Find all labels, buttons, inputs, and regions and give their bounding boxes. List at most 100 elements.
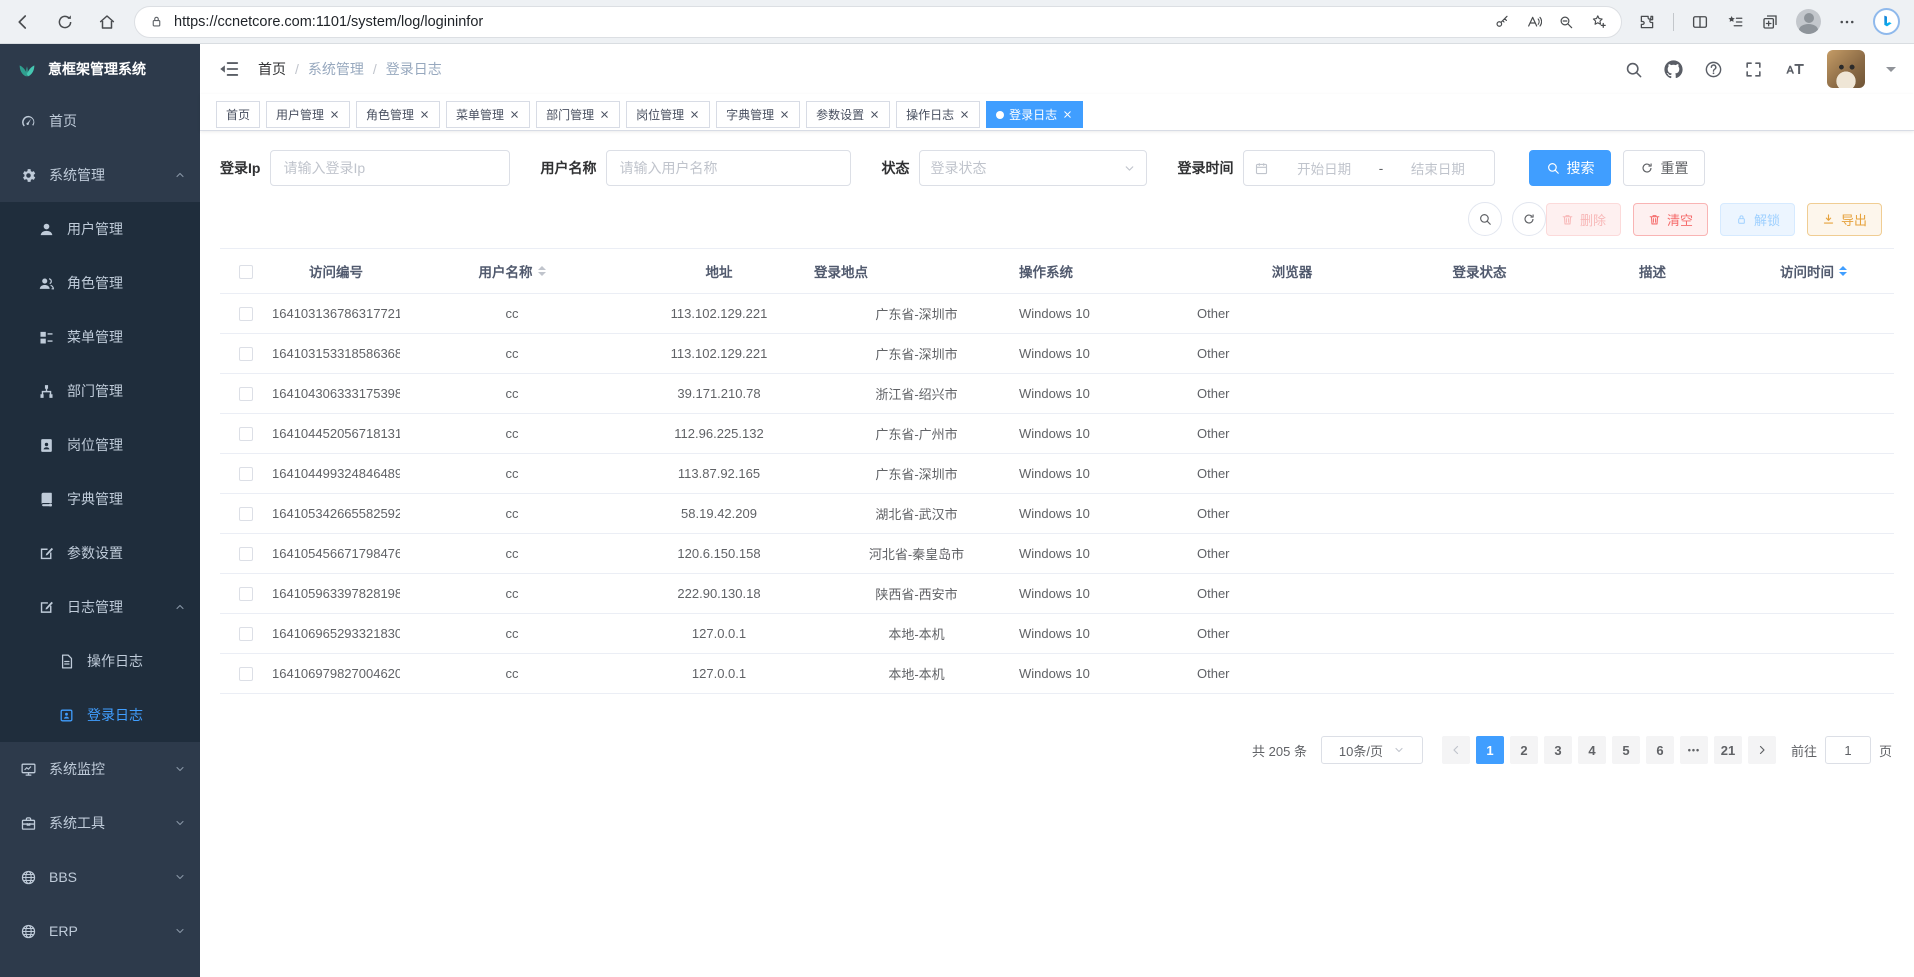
table-row[interactable]: 1641069798270046208 cc 127.0.0.1 本地-本机 W… bbox=[220, 654, 1894, 694]
close-icon[interactable] bbox=[509, 109, 520, 120]
sidebar-item[interactable]: 日志管理 bbox=[0, 580, 200, 634]
sidebar-item[interactable]: 字典管理 bbox=[0, 472, 200, 526]
goto-page-input[interactable] bbox=[1825, 736, 1871, 764]
browser-refresh-icon[interactable] bbox=[56, 13, 74, 31]
toolbar-button[interactable]: 解锁 bbox=[1720, 203, 1795, 236]
url-text[interactable]: https://ccnetcore.com:1101/system/log/lo… bbox=[174, 14, 1484, 30]
column-header[interactable]: 访问时间 bbox=[1733, 249, 1894, 294]
sidebar-item[interactable]: BBS bbox=[0, 850, 200, 904]
close-icon[interactable] bbox=[779, 109, 790, 120]
browser-profile-avatar[interactable] bbox=[1796, 9, 1821, 34]
search-button[interactable]: 搜索 bbox=[1529, 150, 1611, 186]
close-icon[interactable] bbox=[959, 109, 970, 120]
favorites-bar-icon[interactable] bbox=[1726, 13, 1744, 31]
sidebar-item[interactable]: 参数设置 bbox=[0, 526, 200, 580]
table-row[interactable]: 1641044993248464896 cc 113.87.92.165 广东省… bbox=[220, 454, 1894, 494]
row-checkbox[interactable] bbox=[239, 667, 253, 681]
row-checkbox[interactable] bbox=[239, 467, 253, 481]
sidebar-item[interactable]: 岗位管理 bbox=[0, 418, 200, 472]
page-button[interactable]: 4 bbox=[1578, 736, 1606, 764]
page-tab[interactable]: 参数设置 bbox=[806, 101, 890, 128]
username-input[interactable] bbox=[606, 150, 851, 186]
column-header[interactable]: 登录地点 bbox=[814, 249, 1019, 294]
column-header[interactable]: 地址 bbox=[624, 249, 814, 294]
status-select[interactable]: 登录状态 bbox=[919, 150, 1147, 186]
zoom-out-icon[interactable] bbox=[1558, 14, 1574, 30]
page-tab[interactable]: 角色管理 bbox=[356, 101, 440, 128]
site-lock-icon[interactable] bbox=[149, 14, 164, 29]
page-button[interactable]: 2 bbox=[1510, 736, 1538, 764]
sidebar-item[interactable]: 首页 bbox=[0, 94, 200, 148]
page-button[interactable]: 21 bbox=[1714, 736, 1742, 764]
page-size-select[interactable]: 10条/页 bbox=[1321, 736, 1423, 764]
page-button[interactable]: 6 bbox=[1646, 736, 1674, 764]
column-header[interactable]: 浏览器 bbox=[1197, 249, 1387, 294]
read-aloud-icon[interactable] bbox=[1526, 14, 1542, 30]
header-search-icon[interactable] bbox=[1624, 60, 1643, 79]
breadcrumb-item[interactable]: 系统管理 bbox=[286, 59, 364, 79]
page-tab[interactable]: 操作日志 bbox=[896, 101, 980, 128]
row-checkbox[interactable] bbox=[239, 627, 253, 641]
page-tab[interactable]: 字典管理 bbox=[716, 101, 800, 128]
column-header[interactable]: 登录状态 bbox=[1387, 249, 1572, 294]
column-header[interactable]: 操作系统 bbox=[1019, 249, 1197, 294]
sidebar-fold-icon[interactable] bbox=[218, 58, 240, 80]
page-button[interactable]: ••• bbox=[1680, 736, 1708, 764]
breadcrumb-item[interactable]: 登录日志 bbox=[364, 59, 442, 79]
help-icon[interactable] bbox=[1704, 60, 1723, 79]
toolbar-button[interactable]: 清空 bbox=[1633, 203, 1708, 236]
show-search-button[interactable] bbox=[1468, 202, 1502, 236]
row-checkbox[interactable] bbox=[239, 387, 253, 401]
sidebar-item[interactable]: ERP bbox=[0, 904, 200, 958]
table-row[interactable]: 1641069652933218304 cc 127.0.0.1 本地-本机 W… bbox=[220, 614, 1894, 654]
font-size-icon[interactable] bbox=[1784, 58, 1806, 80]
close-icon[interactable] bbox=[419, 109, 430, 120]
sidebar-item[interactable]: 操作日志 bbox=[0, 634, 200, 688]
table-row[interactable]: 1641054566717984768 cc 120.6.150.158 河北省… bbox=[220, 534, 1894, 574]
row-checkbox[interactable] bbox=[239, 427, 253, 441]
user-avatar[interactable] bbox=[1827, 50, 1865, 88]
refresh-table-button[interactable] bbox=[1512, 202, 1546, 236]
select-all-checkbox[interactable] bbox=[239, 265, 253, 279]
table-row[interactable]: 1641053426655825920 cc 58.19.42.209 湖北省-… bbox=[220, 494, 1894, 534]
sidebar-item[interactable]: 用户管理 bbox=[0, 202, 200, 256]
browser-menu-icon[interactable] bbox=[1838, 13, 1856, 31]
table-row[interactable]: 1641031367863177216 cc 113.102.129.221 广… bbox=[220, 294, 1894, 334]
close-icon[interactable] bbox=[1062, 109, 1073, 120]
page-tab[interactable]: 岗位管理 bbox=[626, 101, 710, 128]
split-screen-icon[interactable] bbox=[1691, 13, 1709, 31]
column-header[interactable]: 访问编号 bbox=[272, 249, 400, 294]
close-icon[interactable] bbox=[869, 109, 880, 120]
table-row[interactable]: 1641059633978281984 cc 222.90.130.18 陕西省… bbox=[220, 574, 1894, 614]
extensions-icon[interactable] bbox=[1638, 13, 1656, 31]
sort-icon[interactable] bbox=[1839, 266, 1847, 276]
ip-input[interactable] bbox=[270, 150, 510, 186]
address-bar[interactable]: https://ccnetcore.com:1101/system/log/lo… bbox=[134, 6, 1622, 38]
table-row[interactable]: 1641043063331753984 cc 39.171.210.78 浙江省… bbox=[220, 374, 1894, 414]
sidebar-item[interactable]: 菜单管理 bbox=[0, 310, 200, 364]
next-page-button[interactable] bbox=[1748, 736, 1776, 764]
row-checkbox[interactable] bbox=[239, 507, 253, 521]
fullscreen-icon[interactable] bbox=[1744, 60, 1763, 79]
page-tab[interactable]: 登录日志 bbox=[986, 101, 1083, 128]
date-range-picker[interactable]: 开始日期 - 结束日期 bbox=[1243, 150, 1495, 186]
sidebar-item[interactable]: 角色管理 bbox=[0, 256, 200, 310]
page-button[interactable]: 1 bbox=[1476, 736, 1504, 764]
row-checkbox[interactable] bbox=[239, 587, 253, 601]
sidebar-item[interactable]: 系统管理 bbox=[0, 148, 200, 202]
prev-page-button[interactable] bbox=[1442, 736, 1470, 764]
column-header[interactable]: 用户名称 bbox=[400, 249, 624, 294]
sort-icon[interactable] bbox=[538, 266, 546, 276]
close-icon[interactable] bbox=[599, 109, 610, 120]
sidebar-item[interactable]: 登录日志 bbox=[0, 688, 200, 742]
close-icon[interactable] bbox=[329, 109, 340, 120]
page-tab[interactable]: 首页 bbox=[216, 101, 260, 128]
bing-chat-icon[interactable] bbox=[1873, 8, 1900, 35]
page-tab[interactable]: 部门管理 bbox=[536, 101, 620, 128]
row-checkbox[interactable] bbox=[239, 547, 253, 561]
breadcrumb-item[interactable]: 首页 bbox=[258, 59, 286, 79]
app-logo[interactable]: 意框架管理系统 bbox=[0, 44, 200, 94]
table-row[interactable]: 1641031533185863680 cc 113.102.129.221 广… bbox=[220, 334, 1894, 374]
page-tab[interactable]: 菜单管理 bbox=[446, 101, 530, 128]
password-key-icon[interactable] bbox=[1494, 14, 1510, 30]
